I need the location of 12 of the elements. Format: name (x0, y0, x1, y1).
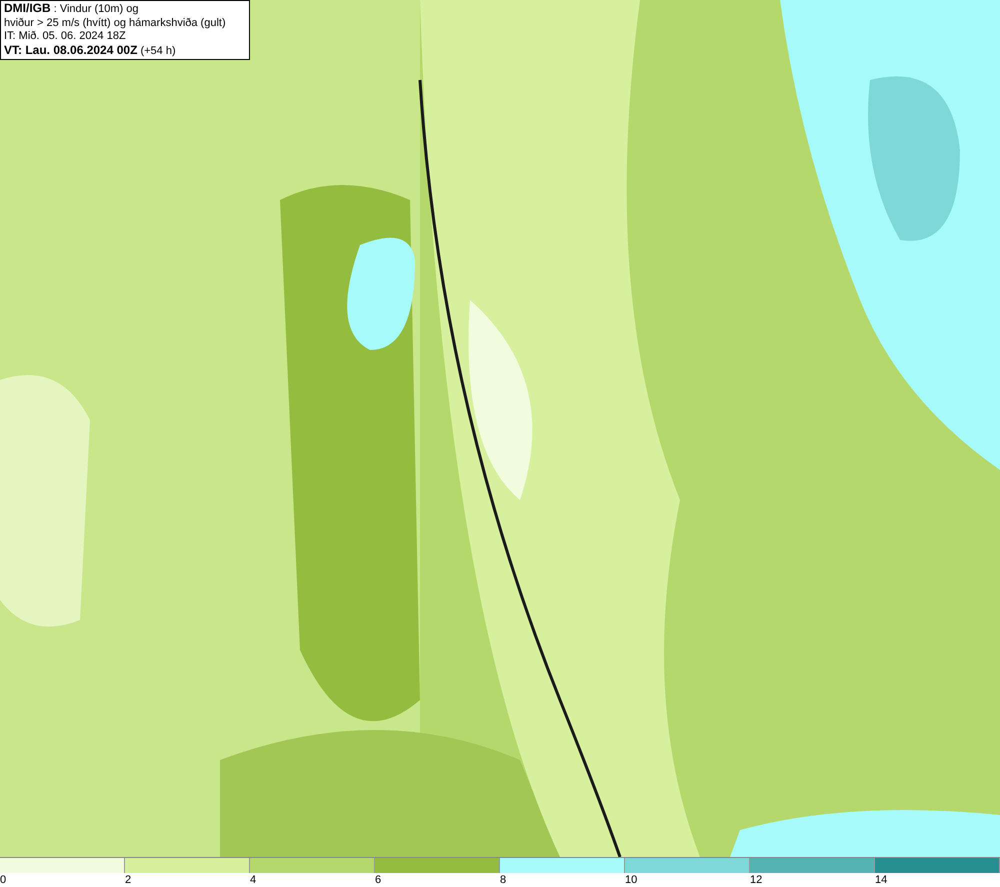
info-text: hviður > 25 m/s (hvítt) og hámarkshviða (gult) (4, 16, 227, 30)
scale-label: 6 (375, 874, 382, 886)
scale-label: 12 (750, 874, 762, 886)
info-text: IT: Mið. 05. 06. 2024 18Z (4, 30, 127, 44)
scale-label: 2 (125, 874, 132, 886)
info-text: VT: Lau. 08.06.2024 00Z (+54 h) (4, 44, 177, 58)
scale-label: 4 (250, 874, 256, 886)
info-text: DMI/IGB : Vindur (10m) og (4, 2, 140, 16)
scale-label: 14 (875, 874, 888, 886)
scale-label: 0 (0, 874, 6, 886)
scale-label: 8 (500, 874, 506, 886)
scale-label: 10 (625, 874, 638, 886)
